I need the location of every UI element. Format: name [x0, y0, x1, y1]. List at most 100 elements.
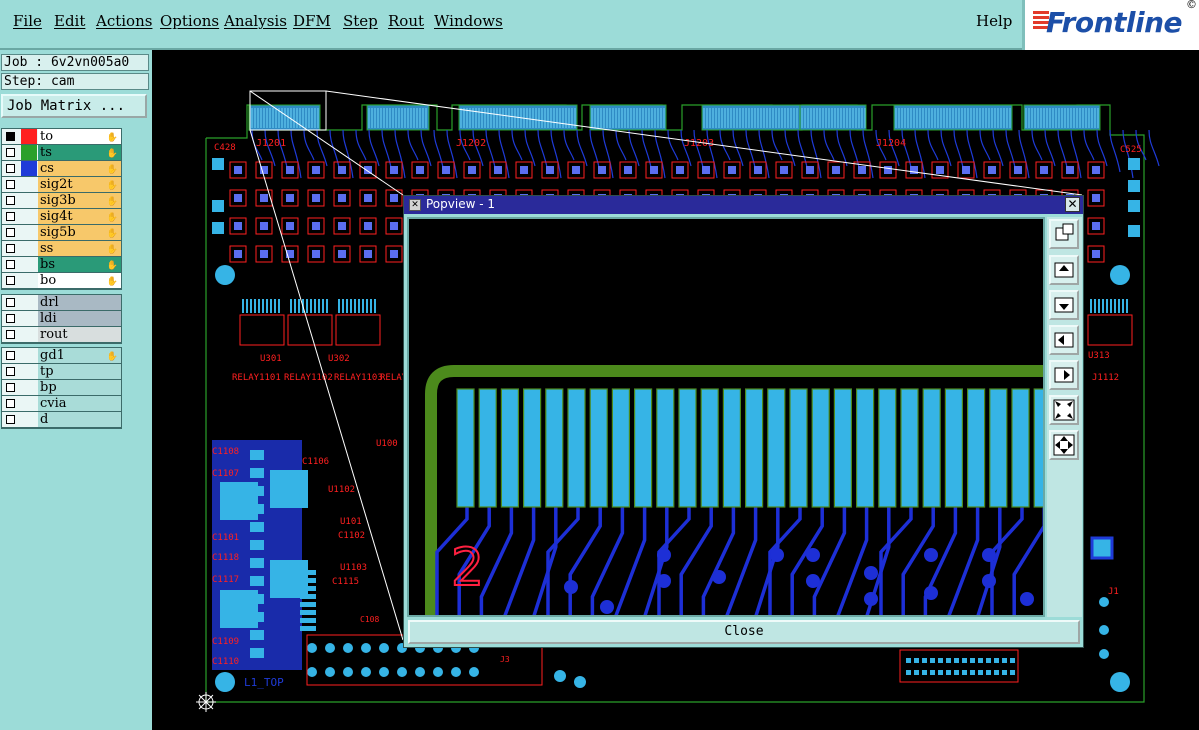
menu-edit[interactable]: Edit — [54, 12, 85, 30]
signal-trace — [511, 129, 523, 161]
signal-trace — [355, 129, 367, 161]
zoom-in-icon[interactable] — [1049, 430, 1079, 460]
popview-title-bar[interactable]: ✕ Popview - 1 ✕ — [404, 196, 1083, 214]
layer-checkbox[interactable] — [6, 415, 15, 424]
menu-help[interactable]: Help — [976, 12, 1012, 30]
header-pin — [922, 658, 927, 663]
pan-down-icon[interactable] — [1049, 290, 1079, 320]
close-button[interactable]: Close — [408, 620, 1080, 644]
window-menu-icon[interactable]: ✕ — [409, 199, 421, 211]
layer-checkbox[interactable] — [6, 164, 15, 173]
layer-row-bs[interactable]: bs ✋ — [2, 257, 121, 273]
layer-row-ldi[interactable]: ldi — [2, 311, 121, 327]
layer-row-d[interactable]: d — [2, 412, 121, 428]
mounting-hole — [1110, 265, 1130, 285]
layer-row-rout[interactable]: rout — [2, 327, 121, 343]
through-hole-pin — [361, 667, 371, 677]
menu-step[interactable]: Step — [343, 12, 378, 30]
layer-checkbox[interactable] — [6, 276, 15, 285]
layer-checkbox[interactable] — [6, 148, 15, 157]
component-pad — [1066, 166, 1074, 174]
layer-name: sig3b ✋ — [38, 193, 121, 208]
job-matrix-button[interactable]: Job Matrix ... — [1, 94, 147, 118]
ref-designator: C1110 — [212, 657, 239, 667]
large-pad — [270, 470, 308, 508]
zoom-signal-trace — [501, 504, 536, 615]
component-pad — [390, 194, 398, 202]
menu-actions[interactable]: Actions — [96, 12, 152, 30]
layer-checkbox[interactable] — [6, 298, 15, 307]
layer-checkbox[interactable] — [6, 399, 15, 408]
layer-checkbox[interactable] — [6, 367, 15, 376]
ref-designator: C1118 — [212, 553, 239, 563]
pan-right-icon[interactable] — [1049, 360, 1079, 390]
layer-checkbox[interactable] — [6, 244, 15, 253]
ref-designator: C525 — [1120, 145, 1142, 155]
layer-checkbox[interactable] — [6, 196, 15, 205]
signal-trace — [953, 129, 965, 173]
via — [1099, 597, 1109, 607]
close-icon[interactable]: ✕ — [1065, 197, 1080, 212]
layer-row-sig4t[interactable]: sig4t ✋ — [2, 209, 121, 225]
edit-hand-icon: ✋ — [106, 149, 118, 159]
zoom-connector-pad — [545, 388, 564, 508]
layer-checkbox[interactable] — [6, 351, 15, 360]
layer-name: bs ✋ — [38, 257, 121, 272]
relay-label: RELAY1101 — [232, 373, 281, 383]
layer-checkbox[interactable] — [6, 212, 15, 221]
layer-row-gd1[interactable]: gd1 ✋ — [2, 348, 121, 364]
layer-checkbox[interactable] — [6, 314, 15, 323]
layer-checkbox[interactable] — [6, 383, 15, 392]
component-pad — [338, 166, 346, 174]
menu-file[interactable]: File — [13, 12, 42, 30]
menu-bar: File Edit Actions Options Analysis DFM S… — [0, 0, 1199, 50]
layer-row-bo[interactable]: bo ✋ — [2, 273, 121, 289]
menu-analysis[interactable]: Analysis — [224, 12, 287, 30]
zoom-out-icon[interactable] — [1049, 395, 1079, 425]
menu-dfm[interactable]: DFM — [293, 12, 331, 30]
ref-designator: C108 — [360, 615, 379, 624]
menu-windows[interactable]: Windows — [434, 12, 503, 30]
layer-row-tp[interactable]: tp — [2, 364, 121, 380]
layer-checkbox[interactable] — [6, 180, 15, 189]
layer-row-cvia[interactable]: cvia — [2, 396, 121, 412]
zoom-fit-icon[interactable] — [1049, 219, 1079, 249]
smd-pad — [250, 522, 264, 532]
pan-up-icon[interactable] — [1049, 255, 1079, 285]
menu-options[interactable]: Options — [160, 12, 219, 30]
layer-checkbox[interactable] — [6, 132, 15, 141]
layer-row-ts[interactable]: ts ✋ — [2, 145, 121, 161]
layer-row-sig5b[interactable]: sig5b ✋ — [2, 225, 121, 241]
layer-row-ss[interactable]: ss ✋ — [2, 241, 121, 257]
popview-zoom-canvas[interactable]: 2 — [407, 217, 1045, 617]
relay-outline — [239, 314, 285, 346]
edit-hand-icon: ✋ — [106, 197, 118, 207]
ref-designator: C1109 — [212, 637, 239, 647]
zoom-connector-pad — [966, 388, 986, 508]
relay-pin — [1106, 299, 1108, 313]
signal-trace — [420, 129, 432, 167]
layer-row-sig3b[interactable]: sig3b ✋ — [2, 193, 121, 209]
zoom-signal-trace — [479, 504, 514, 615]
through-hole-pin — [397, 667, 407, 677]
layer-row-cs[interactable]: cs ✋ — [2, 161, 121, 177]
layer-row-to[interactable]: to ✋ — [2, 129, 121, 145]
layer-row-bp[interactable]: bp — [2, 380, 121, 396]
layer-row-sig2t[interactable]: sig2t ✋ — [2, 177, 121, 193]
pan-left-icon[interactable] — [1049, 325, 1079, 355]
menu-rout[interactable]: Rout — [388, 12, 424, 30]
layer-row-drl[interactable]: drl — [2, 295, 121, 311]
signal-trace — [1057, 129, 1069, 173]
layer-checkbox[interactable] — [6, 228, 15, 237]
through-hole-pin — [343, 667, 353, 677]
layer-color-swatch — [21, 241, 37, 256]
layer-color-swatch — [21, 193, 37, 208]
capacitor-pad — [212, 200, 224, 212]
zoom-signal-trace — [834, 504, 869, 615]
connector-label: J1201 — [256, 138, 286, 149]
layer-checkbox[interactable] — [6, 330, 15, 339]
header-pin — [962, 658, 967, 663]
layer-checkbox[interactable] — [6, 260, 15, 269]
zoom-via — [657, 574, 671, 588]
relay-pin — [246, 299, 248, 313]
